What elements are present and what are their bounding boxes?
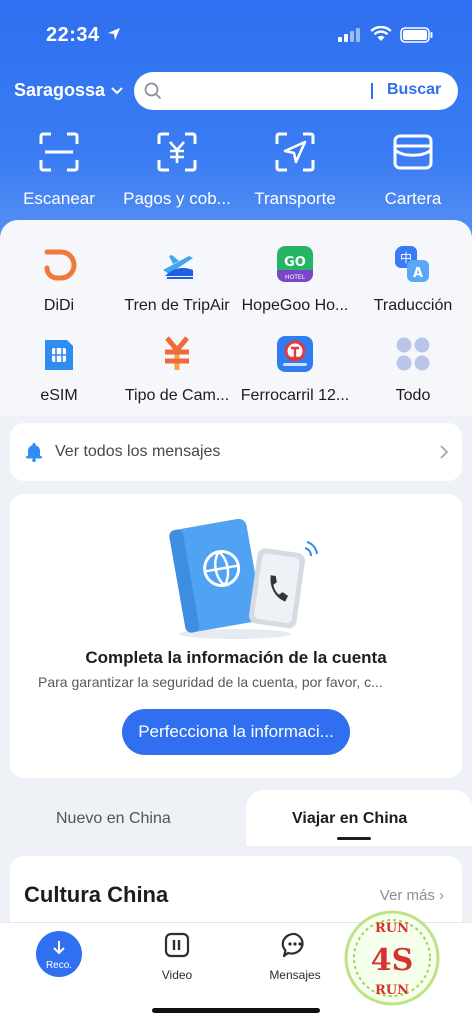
service-hopegoo[interactable]: GO HOTEL HopeGoo Ho... <box>236 246 354 315</box>
search-icon <box>144 82 162 100</box>
esim-icon <box>45 340 73 370</box>
tab-label: Video <box>161 968 193 982</box>
service-railway-12306[interactable]: Ferrocarril 12... <box>236 336 354 405</box>
service-exchange-rate[interactable]: Tipo de Cam... <box>118 336 236 405</box>
quick-action-wallet[interactable]: Cartera <box>354 130 472 209</box>
service-label: Traducción <box>373 297 453 314</box>
service-label: Ferrocarril 12... <box>240 387 350 404</box>
svg-text:GO: GO <box>284 255 306 270</box>
quick-action-transport[interactable]: Transporte <box>236 130 354 209</box>
service-translate[interactable]: 中 A Traducción <box>354 246 472 315</box>
home-indicator <box>152 1008 320 1013</box>
watermark-text-mid: 4S <box>371 943 414 978</box>
tab-label: Mensajes <box>269 968 321 982</box>
train-plane-icon <box>163 255 193 279</box>
quick-action-label: Pagos y cob... <box>123 189 231 208</box>
account-info-card: Completa la información de la cuenta Par… <box>10 494 462 778</box>
chevron-right-icon <box>440 445 448 459</box>
card-subtitle: Para garantizar la seguridad de la cuent… <box>38 674 383 690</box>
service-label: Tipo de Cam... <box>124 387 230 404</box>
bell-icon <box>26 443 42 462</box>
cellular-signal-icon <box>338 28 360 42</box>
chevron-down-icon <box>111 86 123 94</box>
section-title: Cultura China <box>24 882 169 907</box>
card-title: Completa la información de la cuenta <box>85 648 387 667</box>
watermark-badge: RUN 4S RUN <box>344 910 440 1006</box>
service-esim[interactable]: eSIM <box>0 336 118 405</box>
service-label: Tren de TripAir <box>124 297 230 314</box>
feed-tabs: Nuevo en China Viajar en China <box>0 790 472 846</box>
yuan-payment-icon <box>157 132 197 172</box>
service-didi[interactable]: DiDi <box>0 246 118 315</box>
all-messages-bar[interactable]: Ver todos los mensajes <box>10 423 462 481</box>
active-tab-indicator <box>337 837 371 840</box>
quick-actions: Escanear Pagos y cob... Transporte Carte… <box>0 130 472 210</box>
grid-all-icon <box>396 337 430 371</box>
status-time: 22:34 <box>46 24 100 46</box>
svg-text:HOTEL: HOTEL <box>285 274 306 281</box>
city-name: Saragossa <box>14 80 106 100</box>
service-all[interactable]: Todo <box>354 336 472 405</box>
quick-action-label: Escanear <box>23 189 95 208</box>
railway-12306-icon <box>277 336 313 372</box>
video-icon <box>164 932 190 958</box>
tab-mensajes[interactable]: Mensajes <box>250 931 340 982</box>
translate-icon: 中 A <box>395 246 429 282</box>
messages-bar-label: Ver todos los mensajes <box>55 443 221 460</box>
search-divider <box>371 83 373 99</box>
exchange-rate-icon <box>165 336 189 370</box>
tab-viajar-en-china[interactable]: Viajar en China <box>292 810 407 828</box>
download-arrow-icon <box>53 941 65 955</box>
didi-icon <box>44 249 77 281</box>
tab-label: Reco. <box>45 960 73 971</box>
service-label: DiDi <box>43 297 75 314</box>
complete-info-button[interactable]: Perfecciona la informaci... <box>122 709 350 755</box>
city-selector[interactable]: Saragossa <box>14 80 123 101</box>
service-label: HopeGoo Ho... <box>241 297 349 314</box>
passport-phone-illustration <box>169 518 318 639</box>
search-bar[interactable]: Buscar <box>134 72 458 110</box>
chat-bubble-icon <box>281 932 304 958</box>
status-bar: 22:34 <box>0 0 472 70</box>
location-arrow-icon <box>108 28 120 40</box>
quick-action-label: Transporte <box>254 189 336 208</box>
battery-icon <box>400 27 433 43</box>
wifi-icon <box>370 26 392 41</box>
scan-icon <box>39 132 79 172</box>
tab-nuevo-en-china[interactable]: Nuevo en China <box>56 810 171 828</box>
svg-text:中: 中 <box>400 250 412 265</box>
watermark-text-bottom: RUN <box>375 983 409 998</box>
watermark-text-top: RUN <box>375 921 409 936</box>
see-more-link[interactable]: Ver más › <box>380 887 444 904</box>
svg-text:A: A <box>413 266 423 281</box>
quick-action-payments[interactable]: Pagos y cob... <box>118 130 236 209</box>
wallet-icon <box>393 134 433 170</box>
service-tripair-train[interactable]: Tren de TripAir <box>118 246 236 315</box>
tab-reco[interactable]: Reco. <box>36 931 82 977</box>
quick-action-scan[interactable]: Escanear <box>0 130 118 209</box>
tab-video[interactable]: Video <box>132 931 222 982</box>
search-button[interactable]: Buscar <box>387 81 441 99</box>
service-label: Todo <box>395 387 431 404</box>
navigation-arrow-icon <box>275 132 315 172</box>
hopegoo-hotel-icon: GO HOTEL <box>277 246 313 282</box>
services-panel: DiDi Tren de TripAir GO HOTEL HopeGoo Ho… <box>0 220 472 416</box>
service-label: eSIM <box>40 387 78 404</box>
quick-action-label: Cartera <box>384 189 442 208</box>
